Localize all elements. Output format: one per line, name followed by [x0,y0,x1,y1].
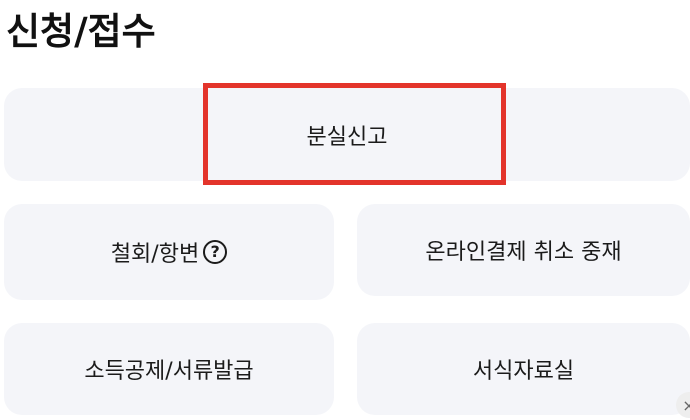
withdraw-defense-label: 철회/항변 [110,242,200,267]
lost-report-label: 분실신고 [306,124,388,150]
tax-deduction-docs-button[interactable]: 소득공제/서류발급 [4,323,334,415]
close-icon[interactable]: × [676,392,690,418]
withdraw-defense-button[interactable]: 철회/항변 ? [4,204,334,300]
tax-deduction-docs-label: 소득공제/서류발급 [84,359,254,384]
forms-library-button[interactable]: 서식자료실 [357,323,690,415]
page-title: 신청/접수 [6,10,156,53]
forms-library-label: 서식자료실 [472,359,575,384]
online-payment-cancel-label: 온라인결제 취소 중재 [425,240,622,265]
help-icon[interactable]: ? [203,240,228,264]
lost-report-button[interactable]: 분실신고 [4,88,690,181]
online-payment-cancel-button[interactable]: 온라인결제 취소 중재 [357,204,690,296]
